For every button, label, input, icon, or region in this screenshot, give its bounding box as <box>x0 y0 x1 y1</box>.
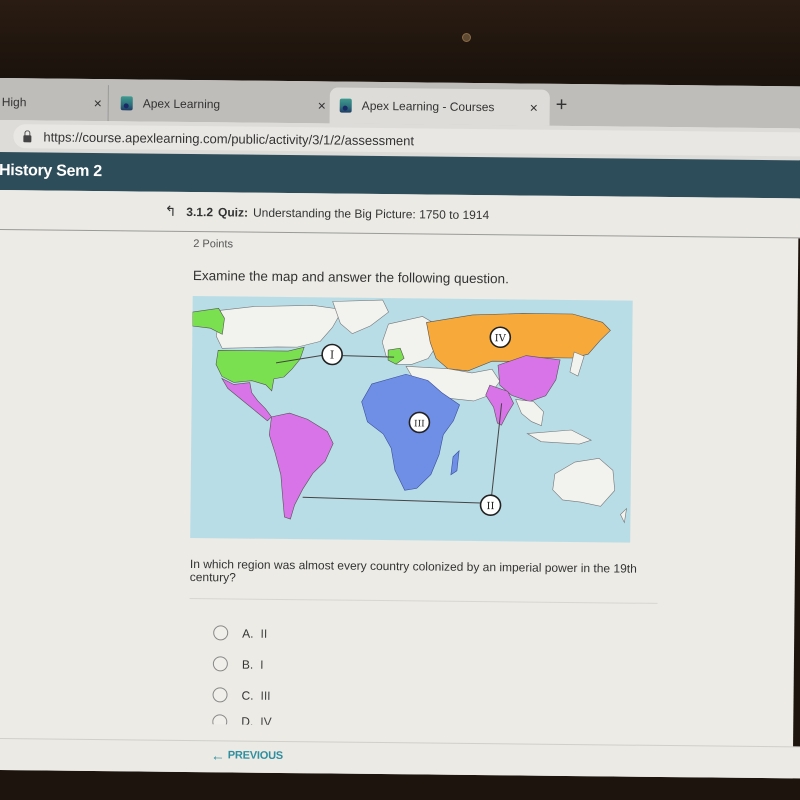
land-greenland <box>332 299 389 335</box>
url-input[interactable]: https://course.apexlearning.com/public/a… <box>13 124 800 157</box>
instruction-text: Examine the map and answer the following… <box>192 268 509 287</box>
quiz-number: 3.1.2 <box>186 204 214 219</box>
course-title: History Sem 2 <box>0 161 102 181</box>
map-label-III: III <box>408 411 431 434</box>
map-label-II: II <box>479 494 502 516</box>
quiz-header: ↰ 3.1.2 Quiz: Understanding the Big Pict… <box>0 189 800 239</box>
quiz-title: Understanding the Big Picture: 1750 to 1… <box>252 205 490 222</box>
map-label-I: I <box>321 343 343 366</box>
previous-label: PREVIOUS <box>227 749 284 763</box>
apex-favicon-icon <box>120 96 133 111</box>
land-se-asia <box>515 399 544 427</box>
choice-value: III <box>260 688 271 703</box>
land-canada <box>215 304 344 349</box>
radio-button[interactable] <box>212 687 228 703</box>
connector-line <box>302 496 481 504</box>
divider <box>189 598 658 604</box>
choice-letter: C. <box>241 688 254 703</box>
arrow-left-icon: ← <box>210 747 225 764</box>
tab-label: Apex Learning - Courses <box>361 98 495 115</box>
tab-apex-learning[interactable]: Apex Learning × <box>107 85 330 124</box>
webcam <box>462 33 471 42</box>
answer-choices: A. II B. I C. III D. IV <box>212 617 669 730</box>
laptop-bezel <box>0 0 800 80</box>
land-indonesia <box>526 429 593 445</box>
choice-value: II <box>260 626 268 641</box>
points-label: 2 Points <box>193 238 234 251</box>
land-new-zealand <box>620 507 627 524</box>
previous-button[interactable]: ← PREVIOUS <box>211 747 283 764</box>
close-tab-icon[interactable]: × <box>314 97 330 113</box>
svg-text:II: II <box>487 501 495 512</box>
question-panel: 2 Points Examine the map and answer the … <box>188 232 673 730</box>
close-tab-icon[interactable]: × <box>90 95 106 111</box>
choice-letter: A. <box>242 626 254 641</box>
svg-text:IV: IV <box>495 333 507 344</box>
choice-b[interactable]: B. I <box>212 648 669 684</box>
world-map: I IV III II <box>190 296 633 543</box>
lock-icon <box>23 134 32 142</box>
choice-c[interactable]: C. III <box>212 679 668 715</box>
radio-button[interactable] <box>212 656 228 672</box>
browser-window: High × Apex Learning × Apex Learning - C… <box>0 78 800 779</box>
tab-apex-learning-courses[interactable]: Apex Learning - Courses × <box>329 87 550 126</box>
question-text: In which region was almost every country… <box>189 557 637 585</box>
land-south-america <box>268 412 334 520</box>
tab-label: High <box>1 95 27 110</box>
radio-button[interactable] <box>212 714 228 730</box>
choice-a[interactable]: A. II <box>213 617 669 653</box>
choice-value: I <box>260 657 264 672</box>
svg-text:I: I <box>330 348 334 361</box>
radio-button[interactable] <box>213 625 229 641</box>
land-australia <box>552 457 616 507</box>
apex-favicon-icon <box>339 98 352 113</box>
world-map-svg: I IV III II <box>192 299 627 524</box>
land-mexico <box>221 377 272 422</box>
choice-letter: B. <box>241 657 254 672</box>
map-label-IV: IV <box>489 326 512 349</box>
svg-text:III: III <box>414 419 425 429</box>
quiz-kind: Quiz: <box>217 204 249 220</box>
tab-label: Apex Learning <box>142 96 221 112</box>
choice-letter: D. <box>241 714 254 729</box>
land-madagascar <box>450 450 460 476</box>
choice-value: IV <box>260 714 272 729</box>
land-alaska <box>192 307 225 335</box>
quiz-footer: ← PREVIOUS <box>0 737 800 779</box>
tab-high[interactable]: High × <box>2 84 106 121</box>
close-tab-icon[interactable]: × <box>526 100 542 116</box>
new-tab-button[interactable]: + <box>556 94 568 117</box>
back-to-course-icon[interactable]: ↰ <box>165 203 177 220</box>
url-text: https://course.apexlearning.com/public/a… <box>43 128 415 148</box>
